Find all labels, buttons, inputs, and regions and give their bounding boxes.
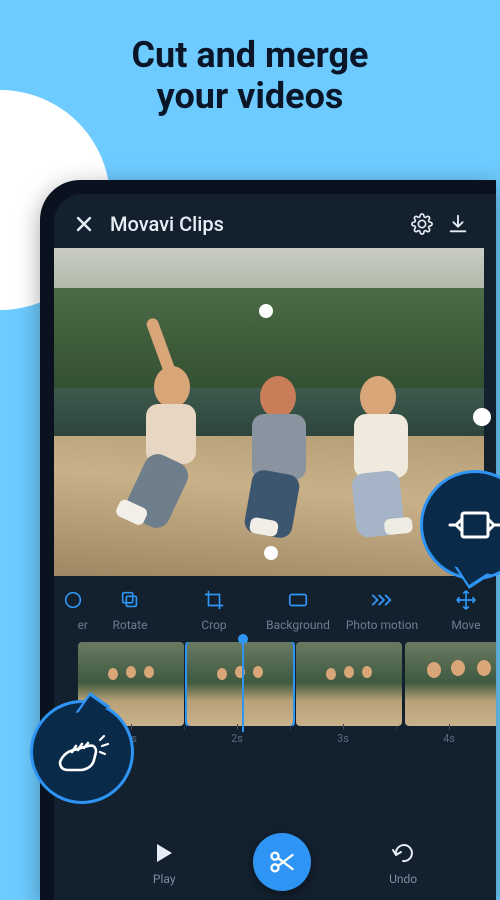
cut-button[interactable] [253,833,311,891]
timeline-clip[interactable] [296,642,402,726]
callout-gesture [30,700,134,804]
crop-handle-bottom[interactable] [264,546,278,560]
play-icon [153,838,176,868]
play-button[interactable]: Play [153,838,176,886]
crop-handle-top[interactable] [259,304,273,318]
bottom-bar: Play Undo [54,824,496,900]
headline-line-2: your videos [157,75,344,117]
gear-icon [411,213,433,235]
app-header: Movavi Clips [54,194,496,248]
app-title: Movavi Clips [110,212,404,236]
ruler-tick: 4s [396,732,496,745]
tool-label: Photo motion [340,618,424,632]
tool-background[interactable]: Background [256,586,340,632]
tool-label: Background [256,618,340,632]
timeline-clips[interactable] [54,642,496,726]
rotate-icon [88,586,172,614]
motion-icon [340,586,424,614]
close-button[interactable] [68,214,100,234]
palette-icon [54,586,88,614]
crop-icon [172,586,256,614]
undo-button[interactable]: Undo [389,838,417,886]
download-button[interactable] [440,213,476,235]
download-icon [447,213,469,235]
tool-label: Crop [172,618,256,632]
tool-color[interactable]: er [54,586,88,632]
timeline-clip[interactable] [405,642,496,726]
tool-label: er [54,618,88,632]
settings-button[interactable] [404,213,440,235]
headline-line-1: Cut and merge [132,34,369,76]
hand-swipe-icon [50,726,114,778]
tool-crop[interactable]: Crop [172,586,256,632]
tool-rotate[interactable]: Rotate [88,586,172,632]
ruler-tick: 3s [290,732,396,745]
scissors-icon [268,848,296,876]
undo-icon [389,838,417,868]
crop-handle-right[interactable] [473,408,491,426]
tool-label: Move [424,618,496,632]
tool-row: er Rotate Crop Background [54,576,496,640]
close-icon [74,214,94,234]
split-icon [448,503,500,547]
timeline-clip[interactable] [187,642,293,726]
tool-label: Rotate [88,618,172,632]
tool-photo-motion[interactable]: Photo motion [340,586,424,632]
play-label: Play [153,872,176,886]
background-icon [256,586,340,614]
ruler-tick: 2s [184,732,290,745]
promo-headline: Cut and merge your videos [0,0,500,128]
undo-label: Undo [389,872,417,886]
preview-content [114,356,444,546]
timeline-playhead[interactable] [242,640,244,732]
